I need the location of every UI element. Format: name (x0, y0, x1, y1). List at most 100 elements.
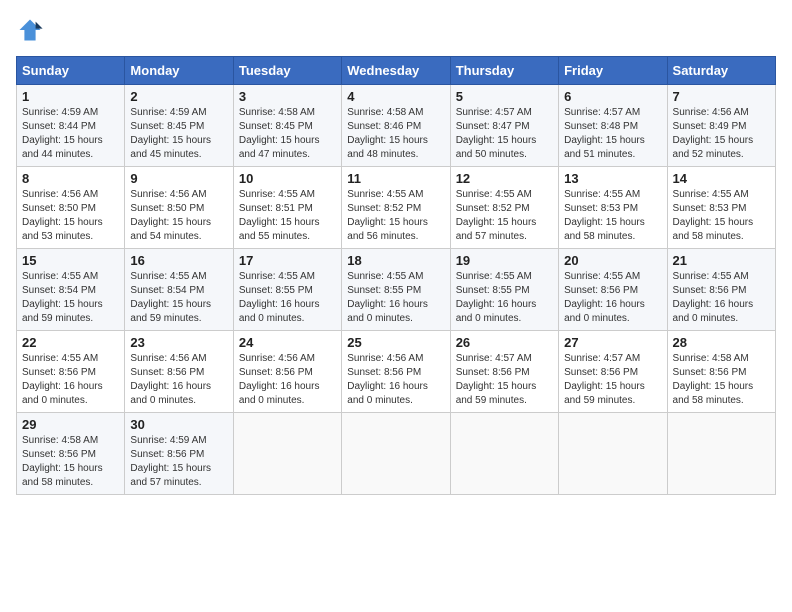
day-number: 3 (239, 89, 336, 104)
day-cell-12: 12 Sunrise: 4:55 AM Sunset: 8:52 PM Dayl… (450, 167, 558, 249)
day-number: 26 (456, 335, 553, 350)
empty-cell (559, 413, 667, 495)
day-cell-17: 17 Sunrise: 4:55 AM Sunset: 8:55 PM Dayl… (233, 249, 341, 331)
day-number: 24 (239, 335, 336, 350)
day-number: 15 (22, 253, 119, 268)
calendar-week-3: 15 Sunrise: 4:55 AM Sunset: 8:54 PM Dayl… (17, 249, 776, 331)
empty-cell (233, 413, 341, 495)
day-number: 13 (564, 171, 661, 186)
empty-cell (450, 413, 558, 495)
day-number: 11 (347, 171, 444, 186)
day-number: 30 (130, 417, 227, 432)
day-info: Sunrise: 4:55 AM Sunset: 8:55 PM Dayligh… (239, 270, 336, 326)
day-info: Sunrise: 4:59 AM Sunset: 8:44 PM Dayligh… (22, 106, 119, 162)
day-cell-11: 11 Sunrise: 4:55 AM Sunset: 8:52 PM Dayl… (342, 167, 450, 249)
day-number: 21 (673, 253, 770, 268)
day-cell-3: 3 Sunrise: 4:58 AM Sunset: 8:45 PM Dayli… (233, 85, 341, 167)
day-cell-24: 24 Sunrise: 4:56 AM Sunset: 8:56 PM Dayl… (233, 331, 341, 413)
day-number: 17 (239, 253, 336, 268)
day-info: Sunrise: 4:57 AM Sunset: 8:56 PM Dayligh… (564, 352, 661, 408)
col-header-friday: Friday (559, 57, 667, 85)
calendar-week-1: 1 Sunrise: 4:59 AM Sunset: 8:44 PM Dayli… (17, 85, 776, 167)
day-cell-23: 23 Sunrise: 4:56 AM Sunset: 8:56 PM Dayl… (125, 331, 233, 413)
day-info: Sunrise: 4:56 AM Sunset: 8:49 PM Dayligh… (673, 106, 770, 162)
day-info: Sunrise: 4:57 AM Sunset: 8:56 PM Dayligh… (456, 352, 553, 408)
day-cell-1: 1 Sunrise: 4:59 AM Sunset: 8:44 PM Dayli… (17, 85, 125, 167)
day-number: 16 (130, 253, 227, 268)
day-number: 12 (456, 171, 553, 186)
day-number: 27 (564, 335, 661, 350)
day-cell-13: 13 Sunrise: 4:55 AM Sunset: 8:53 PM Dayl… (559, 167, 667, 249)
day-info: Sunrise: 4:55 AM Sunset: 8:56 PM Dayligh… (564, 270, 661, 326)
day-info: Sunrise: 4:56 AM Sunset: 8:50 PM Dayligh… (22, 188, 119, 244)
day-number: 20 (564, 253, 661, 268)
day-number: 9 (130, 171, 227, 186)
col-header-sunday: Sunday (17, 57, 125, 85)
day-cell-19: 19 Sunrise: 4:55 AM Sunset: 8:55 PM Dayl… (450, 249, 558, 331)
day-cell-10: 10 Sunrise: 4:55 AM Sunset: 8:51 PM Dayl… (233, 167, 341, 249)
day-info: Sunrise: 4:55 AM Sunset: 8:53 PM Dayligh… (673, 188, 770, 244)
day-cell-22: 22 Sunrise: 4:55 AM Sunset: 8:56 PM Dayl… (17, 331, 125, 413)
day-number: 28 (673, 335, 770, 350)
day-info: Sunrise: 4:56 AM Sunset: 8:56 PM Dayligh… (130, 352, 227, 408)
day-number: 5 (456, 89, 553, 104)
empty-cell (342, 413, 450, 495)
day-info: Sunrise: 4:57 AM Sunset: 8:48 PM Dayligh… (564, 106, 661, 162)
day-number: 4 (347, 89, 444, 104)
day-number: 1 (22, 89, 119, 104)
day-info: Sunrise: 4:55 AM Sunset: 8:56 PM Dayligh… (22, 352, 119, 408)
day-number: 2 (130, 89, 227, 104)
day-info: Sunrise: 4:56 AM Sunset: 8:56 PM Dayligh… (239, 352, 336, 408)
page-header (16, 16, 776, 44)
day-cell-7: 7 Sunrise: 4:56 AM Sunset: 8:49 PM Dayli… (667, 85, 775, 167)
day-cell-20: 20 Sunrise: 4:55 AM Sunset: 8:56 PM Dayl… (559, 249, 667, 331)
day-info: Sunrise: 4:55 AM Sunset: 8:52 PM Dayligh… (347, 188, 444, 244)
day-number: 18 (347, 253, 444, 268)
day-cell-29: 29 Sunrise: 4:58 AM Sunset: 8:56 PM Dayl… (17, 413, 125, 495)
day-number: 8 (22, 171, 119, 186)
day-number: 7 (673, 89, 770, 104)
day-number: 6 (564, 89, 661, 104)
day-info: Sunrise: 4:55 AM Sunset: 8:55 PM Dayligh… (456, 270, 553, 326)
day-cell-14: 14 Sunrise: 4:55 AM Sunset: 8:53 PM Dayl… (667, 167, 775, 249)
day-info: Sunrise: 4:58 AM Sunset: 8:45 PM Dayligh… (239, 106, 336, 162)
day-info: Sunrise: 4:57 AM Sunset: 8:47 PM Dayligh… (456, 106, 553, 162)
day-cell-25: 25 Sunrise: 4:56 AM Sunset: 8:56 PM Dayl… (342, 331, 450, 413)
day-info: Sunrise: 4:55 AM Sunset: 8:52 PM Dayligh… (456, 188, 553, 244)
calendar-week-2: 8 Sunrise: 4:56 AM Sunset: 8:50 PM Dayli… (17, 167, 776, 249)
day-cell-9: 9 Sunrise: 4:56 AM Sunset: 8:50 PM Dayli… (125, 167, 233, 249)
day-number: 10 (239, 171, 336, 186)
col-header-tuesday: Tuesday (233, 57, 341, 85)
day-info: Sunrise: 4:56 AM Sunset: 8:50 PM Dayligh… (130, 188, 227, 244)
day-info: Sunrise: 4:58 AM Sunset: 8:46 PM Dayligh… (347, 106, 444, 162)
day-number: 29 (22, 417, 119, 432)
day-cell-5: 5 Sunrise: 4:57 AM Sunset: 8:47 PM Dayli… (450, 85, 558, 167)
day-cell-2: 2 Sunrise: 4:59 AM Sunset: 8:45 PM Dayli… (125, 85, 233, 167)
day-cell-4: 4 Sunrise: 4:58 AM Sunset: 8:46 PM Dayli… (342, 85, 450, 167)
day-info: Sunrise: 4:58 AM Sunset: 8:56 PM Dayligh… (673, 352, 770, 408)
calendar-table: SundayMondayTuesdayWednesdayThursdayFrid… (16, 56, 776, 495)
day-info: Sunrise: 4:55 AM Sunset: 8:53 PM Dayligh… (564, 188, 661, 244)
day-cell-15: 15 Sunrise: 4:55 AM Sunset: 8:54 PM Dayl… (17, 249, 125, 331)
logo-icon (16, 16, 44, 44)
day-info: Sunrise: 4:56 AM Sunset: 8:56 PM Dayligh… (347, 352, 444, 408)
empty-cell (667, 413, 775, 495)
calendar-week-5: 29 Sunrise: 4:58 AM Sunset: 8:56 PM Dayl… (17, 413, 776, 495)
logo (16, 16, 48, 44)
day-cell-21: 21 Sunrise: 4:55 AM Sunset: 8:56 PM Dayl… (667, 249, 775, 331)
calendar-week-4: 22 Sunrise: 4:55 AM Sunset: 8:56 PM Dayl… (17, 331, 776, 413)
day-cell-6: 6 Sunrise: 4:57 AM Sunset: 8:48 PM Dayli… (559, 85, 667, 167)
day-cell-8: 8 Sunrise: 4:56 AM Sunset: 8:50 PM Dayli… (17, 167, 125, 249)
day-number: 25 (347, 335, 444, 350)
col-header-monday: Monday (125, 57, 233, 85)
col-header-thursday: Thursday (450, 57, 558, 85)
day-cell-26: 26 Sunrise: 4:57 AM Sunset: 8:56 PM Dayl… (450, 331, 558, 413)
day-info: Sunrise: 4:59 AM Sunset: 8:45 PM Dayligh… (130, 106, 227, 162)
day-number: 22 (22, 335, 119, 350)
day-cell-27: 27 Sunrise: 4:57 AM Sunset: 8:56 PM Dayl… (559, 331, 667, 413)
day-number: 23 (130, 335, 227, 350)
day-info: Sunrise: 4:59 AM Sunset: 8:56 PM Dayligh… (130, 434, 227, 490)
col-header-saturday: Saturday (667, 57, 775, 85)
day-cell-16: 16 Sunrise: 4:55 AM Sunset: 8:54 PM Dayl… (125, 249, 233, 331)
day-cell-18: 18 Sunrise: 4:55 AM Sunset: 8:55 PM Dayl… (342, 249, 450, 331)
